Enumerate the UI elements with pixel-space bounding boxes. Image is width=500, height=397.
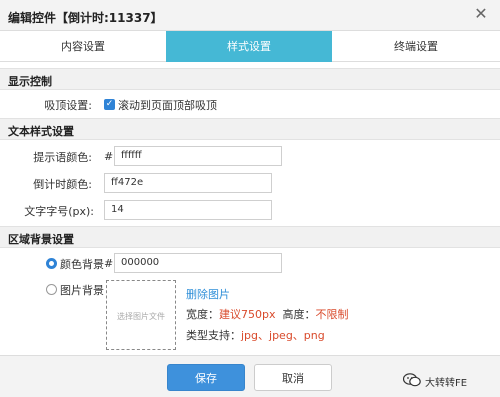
image-bg-label: 图片背景 xyxy=(60,284,104,297)
close-icon[interactable]: ✕ xyxy=(472,5,490,23)
sticky-checkbox[interactable]: ✓ xyxy=(104,99,115,110)
image-dropzone[interactable]: 选择图片文件 xyxy=(106,280,176,350)
countdown-color-label: 倒计时颜色: xyxy=(33,178,92,191)
width-label: 宽度： xyxy=(186,308,219,321)
tab-content-settings[interactable]: 内容设置 xyxy=(0,31,166,62)
sticky-label: 吸顶设置: xyxy=(44,99,92,112)
width-value: 建议750px xyxy=(219,308,276,321)
height-value: 不限制 xyxy=(315,308,349,321)
cancel-button[interactable]: 取消 xyxy=(254,364,332,391)
tab-style-settings[interactable]: 样式设置 xyxy=(166,31,332,62)
section-title: 文本样式设置 xyxy=(8,125,74,138)
height-label: 高度： xyxy=(282,308,316,321)
font-size-input[interactable]: 14 xyxy=(104,200,272,220)
section-background: 区域背景设置 xyxy=(0,226,500,248)
save-button[interactable]: 保存 xyxy=(167,364,245,391)
section-text-style: 文本样式设置 xyxy=(0,118,500,140)
image-bg-radio[interactable] xyxy=(46,284,57,295)
types-value: jpg、jpeg、png xyxy=(241,329,325,342)
color-bg-label: 颜色背景 xyxy=(60,258,104,271)
wechat-icon xyxy=(403,373,421,387)
types-label: 类型支持： xyxy=(186,329,241,342)
section-title: 区域背景设置 xyxy=(8,233,74,246)
watermark-text: 大转转FE xyxy=(425,378,468,389)
dialog-titlebar: 编辑控件【倒计时:11337】 ✕ xyxy=(0,0,500,31)
color-bg-radio[interactable] xyxy=(46,258,57,269)
watermark: 大转转FE xyxy=(403,371,495,391)
dialog-title: 编辑控件【倒计时:11337】 xyxy=(8,11,163,25)
hash-symbol: # xyxy=(104,257,114,270)
hash-symbol: # xyxy=(104,150,114,163)
hint-color-label: 提示语颜色: xyxy=(33,151,92,164)
delete-image-link[interactable]: 删除图片 xyxy=(186,286,230,302)
type-info: 类型支持：jpg、jpeg、png xyxy=(186,327,325,343)
bg-color-input[interactable]: 000000 xyxy=(114,253,282,273)
sticky-checkbox-label: 滚动到页面顶部吸顶 xyxy=(118,99,217,112)
countdown-color-input[interactable]: ff472e xyxy=(104,173,272,193)
tab-bar: 内容设置 样式设置 终端设置 xyxy=(0,31,500,62)
dropzone-text: 选择图片文件 xyxy=(117,312,165,321)
font-size-label: 文字字号(px): xyxy=(24,205,94,218)
dimension-info: 宽度：建议750px 高度：不限制 xyxy=(186,306,349,322)
section-title: 显示控制 xyxy=(8,75,52,88)
hint-color-input[interactable]: ffffff xyxy=(114,146,282,166)
section-display-control: 显示控制 xyxy=(0,68,500,90)
tab-terminal-settings[interactable]: 终端设置 xyxy=(332,31,500,62)
